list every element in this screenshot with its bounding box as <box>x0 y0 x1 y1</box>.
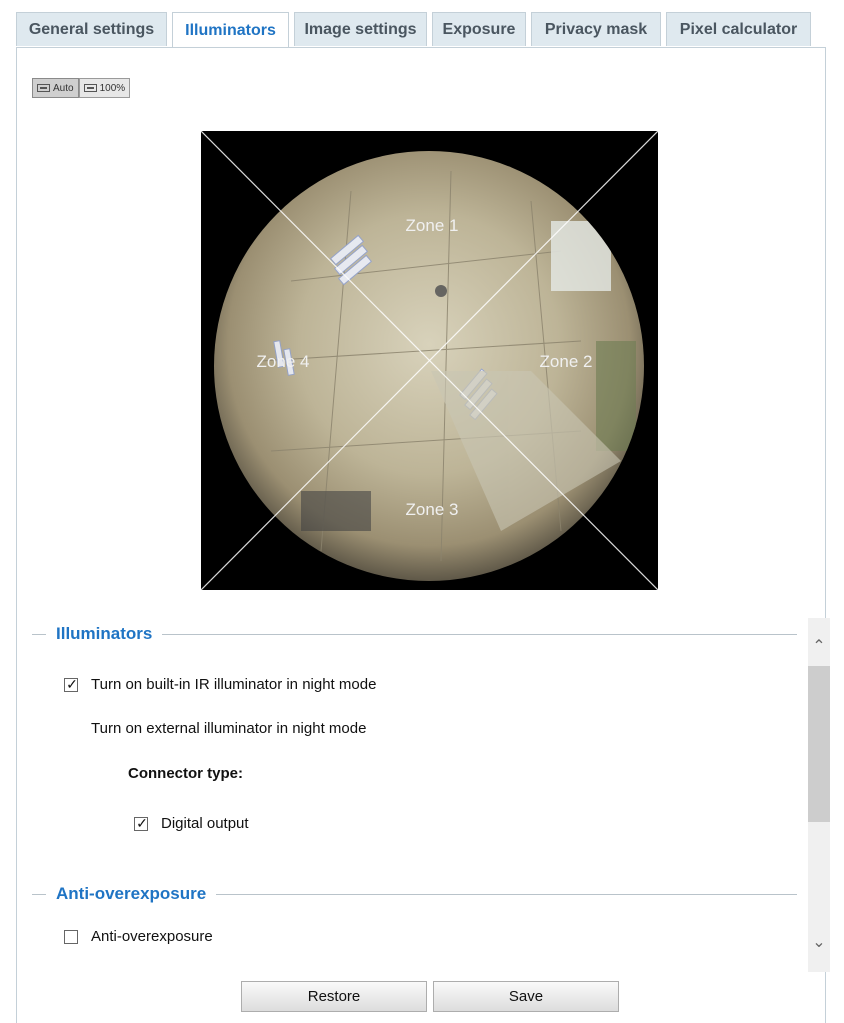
save-button[interactable]: Save <box>433 981 619 1012</box>
tab-pixel-calculator[interactable]: Pixel calculator <box>666 12 811 46</box>
fit-icon <box>37 84 50 92</box>
chevron-up-icon[interactable]: ⌃ <box>808 636 830 658</box>
external-illuminator-label: Turn on external illuminator in night mo… <box>91 720 367 737</box>
zoom-100-button[interactable]: 100% <box>78 78 131 98</box>
zoom-auto-button[interactable]: Auto <box>32 78 79 98</box>
zone-2-label: Zone 2 <box>540 352 593 371</box>
tab-general-settings[interactable]: General settings <box>16 12 167 46</box>
checkmark-icon: ✓ <box>136 815 148 831</box>
tab-privacy-mask[interactable]: Privacy mask <box>531 12 661 46</box>
zone-3-label: Zone 3 <box>406 500 459 519</box>
tab-bar: General settings Illuminators Image sett… <box>16 12 811 48</box>
digital-output-label: Digital output <box>161 815 249 832</box>
settings-scrollbar[interactable]: ⌃ ⌄ <box>808 618 830 972</box>
illuminators-legend: Illuminators <box>46 624 163 644</box>
chevron-down-icon[interactable]: ⌄ <box>808 932 830 954</box>
tab-image-settings[interactable]: Image settings <box>294 12 427 46</box>
zone-4-label: Zone 4 <box>257 352 310 371</box>
anti-overexposure-legend: Anti-overexposure <box>46 884 217 904</box>
restore-button[interactable]: Restore <box>241 981 427 1012</box>
camera-preview[interactable]: Zone 1 Zone 2 Zone 3 Zone 4 <box>201 131 658 590</box>
tab-illuminators[interactable]: Illuminators <box>172 12 289 48</box>
fisheye-image: Zone 1 Zone 2 Zone 3 Zone 4 <box>201 131 658 590</box>
builtin-ir-label: Turn on built-in IR illuminator in night… <box>91 676 377 693</box>
zoom-auto-label: Auto <box>53 82 74 94</box>
tab-exposure[interactable]: Exposure <box>432 12 526 46</box>
connector-type-label: Connector type: <box>128 765 244 782</box>
zone-1-label: Zone 1 <box>406 216 459 235</box>
scrollbar-thumb[interactable] <box>808 666 830 822</box>
zoom-100-label: 100% <box>99 82 126 94</box>
checkmark-icon: ✓ <box>66 676 78 692</box>
anti-overexposure-checkbox[interactable] <box>64 930 78 944</box>
anti-overexposure-label: Anti-overexposure <box>91 928 213 945</box>
digital-output-checkbox[interactable]: ✓ <box>134 815 148 831</box>
builtin-ir-checkbox[interactable]: ✓ <box>64 676 78 692</box>
fit-icon <box>83 84 97 92</box>
zoom-toolbar: Auto 100% <box>32 78 131 98</box>
